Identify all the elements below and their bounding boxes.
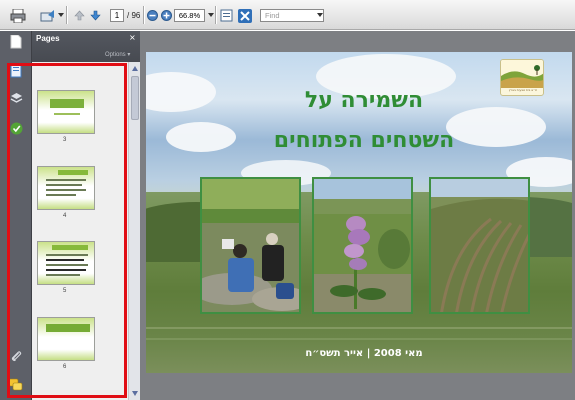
scroll-down-icon — [132, 391, 138, 396]
pages-panel-header: Pages × Options ▾ — [32, 31, 140, 62]
scrollbar-thumb[interactable] — [131, 76, 139, 120]
organization-logo: ת״א בית טבעית בארץ — [500, 59, 544, 96]
panel-title: Pages — [36, 34, 60, 43]
zoom-out-button[interactable] — [147, 7, 158, 24]
next-page-button[interactable] — [89, 7, 101, 24]
minus-circle-icon — [147, 10, 158, 21]
zoom-in-button[interactable] — [161, 7, 172, 24]
highlight-box — [7, 63, 127, 398]
hikers-image — [202, 179, 299, 312]
pages-panel-toggle[interactable] — [9, 35, 23, 49]
previous-page-button[interactable] — [73, 7, 85, 24]
slide-title-line-2: השטחים הפתוחים — [273, 128, 455, 153]
share-button[interactable] — [39, 7, 57, 24]
printer-icon — [10, 8, 26, 23]
plowed-fields-image — [431, 179, 528, 312]
slide-title-line-1: השמירה על — [304, 88, 424, 113]
find-input[interactable]: Find — [260, 9, 324, 22]
page-total-label: / 96 — [127, 11, 141, 20]
panel-options-menu[interactable]: Options ▾ — [105, 51, 130, 58]
page-icon — [10, 35, 22, 49]
share-dropdown-caret[interactable] — [58, 13, 64, 17]
fit-page-button[interactable] — [219, 7, 233, 24]
find-dropdown-caret[interactable] — [317, 13, 323, 17]
arrow-down-icon — [89, 10, 101, 21]
zoom-level-input[interactable]: 66.8% — [174, 9, 205, 22]
toolbar: 1 / 96 66.8% Find — [0, 0, 575, 30]
field-line — [146, 338, 572, 340]
toolbar-divider — [143, 6, 144, 24]
fit-page-icon — [220, 9, 232, 22]
field-line — [146, 327, 572, 329]
slide-page: ת״א בית טבעית בארץ השמירה על השטחים הפתו… — [146, 52, 572, 373]
slide-footer-date: מאי 2008 | אייר תשס״ח — [305, 348, 423, 359]
scroll-up-icon — [132, 66, 138, 71]
photo-hikers — [200, 177, 301, 314]
panel-close-button[interactable]: × — [129, 33, 136, 43]
print-button[interactable] — [9, 7, 27, 24]
tools-cross-icon — [237, 8, 252, 23]
orchid-flower-image — [314, 179, 411, 312]
pdf-viewer-window: 1 / 96 66.8% Find Pages × Options ▾ 3 4 … — [0, 0, 575, 400]
logo-landscape-icon — [501, 60, 543, 88]
zoom-dropdown-caret[interactable] — [208, 13, 214, 17]
tools-button[interactable] — [237, 7, 252, 24]
photo-orchid — [312, 177, 413, 314]
photo-fields — [429, 177, 530, 314]
toolbar-divider — [66, 6, 67, 24]
plus-circle-icon — [161, 10, 172, 21]
arrow-up-icon — [73, 10, 85, 21]
toolbar-divider — [215, 6, 216, 24]
page-number-input[interactable]: 1 — [110, 9, 124, 22]
share-icon — [40, 9, 54, 21]
logo-caption: ת״א בית טבעית בארץ — [508, 88, 538, 92]
thumbnail-scrollbar[interactable] — [128, 62, 140, 400]
